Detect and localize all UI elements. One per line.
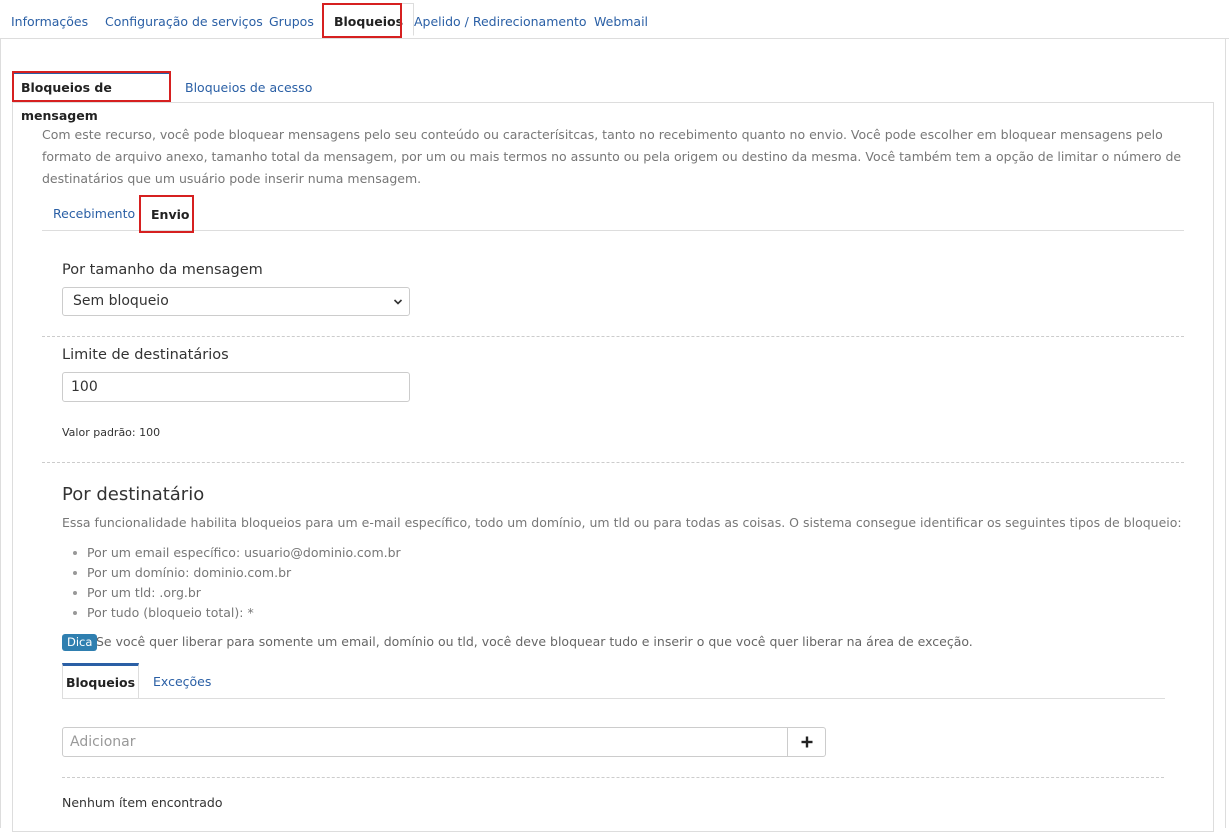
tab-exceptions[interactable]: Exceções (153, 674, 211, 689)
list-item: Por tudo (bloqueio total): * (73, 603, 401, 623)
list-divider (62, 777, 1164, 778)
tab-webmail[interactable]: Webmail (594, 14, 648, 29)
tab-informacoes[interactable]: Informações (11, 14, 88, 29)
tab-grupos[interactable]: Grupos (269, 14, 314, 29)
tab-apelido-redirecionamento[interactable]: Apelido / Redirecionamento (414, 14, 587, 29)
size-block-select[interactable]: Sem bloqueio (62, 287, 410, 316)
recipient-limit-label: Limite de destinatários (62, 347, 229, 363)
tab-bloqueios-de-mensagem[interactable]: Bloqueios de mensagem (12, 71, 170, 123)
tab-bloqueios[interactable]: Bloqueios (323, 3, 415, 36)
tab-configuracao-servicos[interactable]: Configuração de serviços (105, 14, 263, 29)
plus-icon (801, 736, 812, 748)
tab-bloqueios-de-acesso[interactable]: Bloqueios de acesso (185, 80, 312, 95)
message-blocks-panel (12, 102, 1214, 832)
add-entry-input[interactable]: Adicionar (62, 727, 788, 757)
tip-text: Se você quer liberar para somente um ema… (96, 634, 973, 649)
size-block-label: Por tamanho da mensagem (62, 262, 263, 278)
section-divider (42, 462, 1184, 463)
list-item: Por um tld: .org.br (73, 583, 401, 603)
tab-recebimento[interactable]: Recebimento (53, 206, 135, 221)
recipient-limit-input[interactable]: 100 (62, 372, 410, 402)
by-recipient-intro: Essa funcionalidade habilita bloqueios p… (62, 515, 1182, 530)
top-nav: Informações Configuração de serviços Gru… (0, 0, 1229, 40)
block-types-list: Por um email específico: usuario@dominio… (73, 543, 401, 623)
block-tabs-divider (62, 698, 1165, 699)
list-item: Por um domínio: dominio.com.br (73, 563, 401, 583)
recipient-limit-help: Valor padrão: 100 (62, 426, 161, 439)
list-item: Por um email específico: usuario@dominio… (73, 543, 401, 563)
feature-description: Com este recurso, você pode bloquear men… (42, 127, 1182, 186)
empty-list-message: Nenhum ítem encontrado (62, 795, 223, 810)
size-block-selected: Sem bloqueio (73, 293, 169, 309)
tip-badge: Dica (62, 634, 98, 651)
tab-block-list[interactable]: Bloqueios (62, 663, 139, 699)
direction-tabs-divider (42, 230, 1184, 231)
tab-envio[interactable]: Envio (151, 207, 189, 222)
add-entry-button[interactable] (787, 727, 826, 757)
by-recipient-heading: Por destinatário (62, 484, 205, 505)
section-divider (42, 336, 1184, 337)
chevron-down-icon (393, 299, 403, 305)
